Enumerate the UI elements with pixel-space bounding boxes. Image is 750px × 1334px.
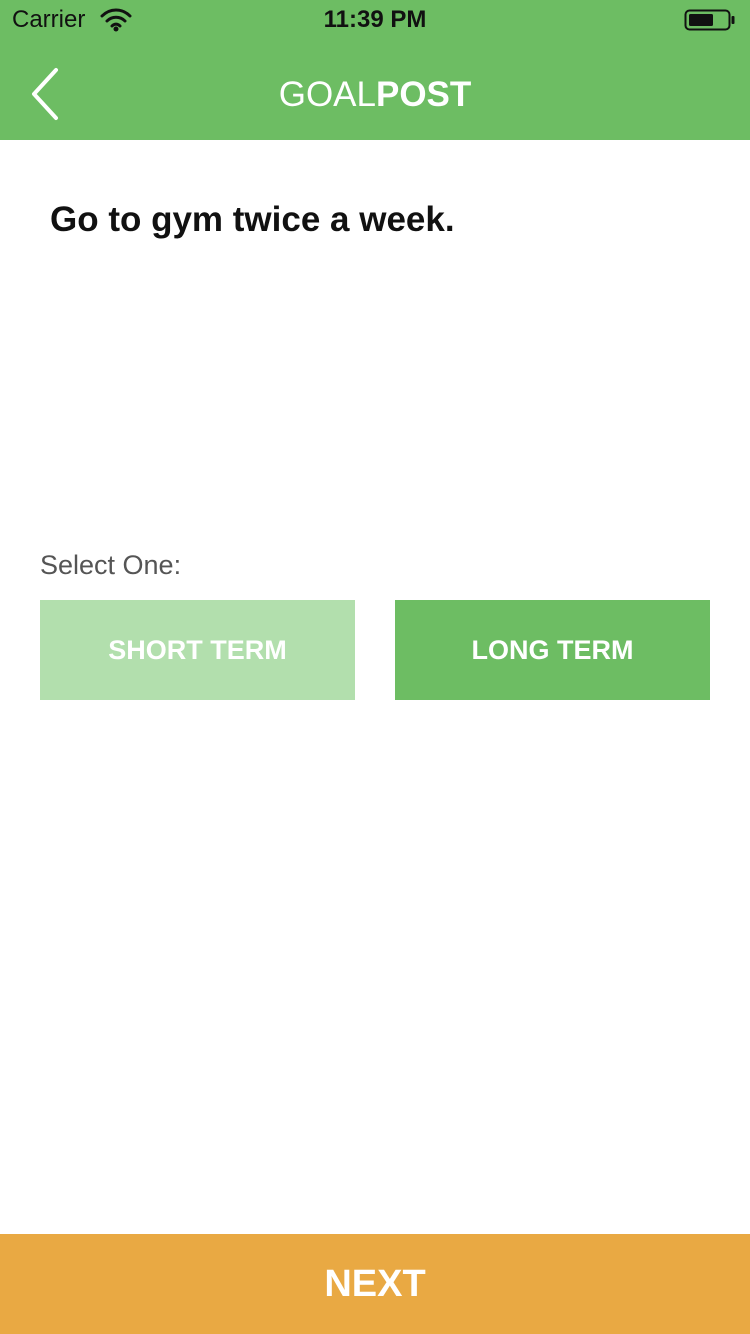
next-button[interactable]: NEXT	[0, 1234, 750, 1334]
app-title: GOALPOST	[0, 74, 750, 116]
status-bar: Carrier 11:39 PM	[0, 0, 750, 40]
navigation-bar: GOALPOST	[0, 40, 750, 140]
long-term-button[interactable]: LONG TERM	[395, 600, 710, 700]
status-time: 11:39 PM	[323, 6, 427, 33]
battery-icon	[684, 9, 736, 31]
select-one-label: Select One:	[40, 550, 182, 580]
app-header: Carrier 11:39 PM GOALPOST	[0, 0, 750, 140]
app-title-bold: POST	[375, 75, 472, 114]
short-term-button[interactable]: SHORT TERM	[40, 600, 355, 700]
goal-text: Go to gym twice a week.	[50, 200, 455, 239]
app-title-light: GOAL	[278, 75, 376, 114]
